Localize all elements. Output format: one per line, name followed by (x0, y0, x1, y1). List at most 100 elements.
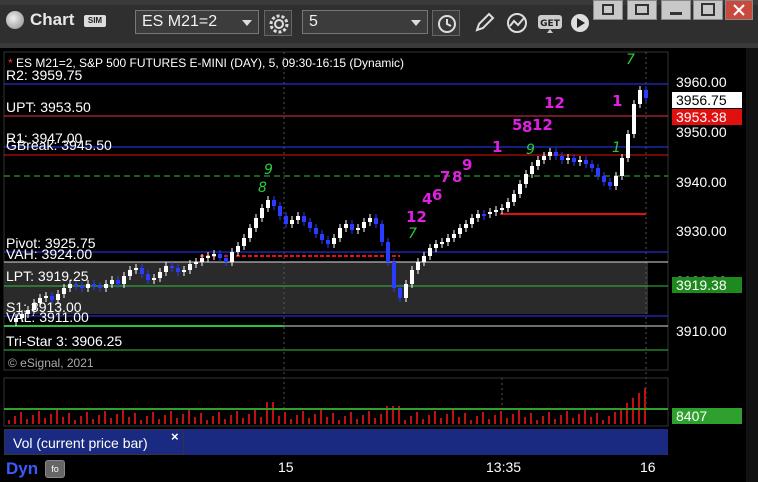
volume-bar (170, 411, 172, 424)
candle-body (584, 160, 588, 164)
price-chart-canvas[interactable]: 124 67 891215 8 121987971 (0, 48, 758, 482)
volume-bar (80, 416, 82, 424)
candle-body (158, 272, 162, 278)
candle-body (224, 258, 228, 262)
window-title: Chart (30, 10, 75, 29)
y-axis-label: 3940.00 (676, 174, 727, 190)
volume-bar (230, 415, 232, 424)
volume-bar (464, 413, 466, 424)
y-axis-label: 3960.00 (676, 74, 727, 90)
settings-button[interactable] (264, 10, 292, 36)
time-button[interactable] (432, 10, 460, 36)
level-label-upt: UPT: 3953.50 (6, 99, 91, 115)
candle-body (494, 210, 498, 212)
volume-bar (500, 411, 502, 424)
study-button[interactable] (502, 10, 530, 36)
volume-bar (242, 418, 244, 424)
candle-body (266, 200, 270, 208)
close-icon (733, 4, 745, 16)
volume-bar (62, 417, 64, 424)
candle-body (326, 240, 330, 244)
candle-body (218, 254, 222, 258)
candle-body (332, 238, 336, 244)
candle-body (356, 228, 360, 230)
play-button[interactable] (566, 10, 594, 36)
pin-button[interactable] (593, 0, 623, 20)
volume-bar (326, 417, 328, 424)
candle-body (86, 284, 90, 288)
volume-bar (146, 416, 148, 424)
volume-bar (266, 402, 268, 424)
volume-bar (410, 416, 412, 424)
mode-button[interactable]: fo (45, 460, 65, 478)
volume-bar (38, 411, 40, 424)
setup-count-label: 6 (432, 186, 442, 204)
volume-close-icon[interactable]: × (171, 429, 179, 444)
candle-body (134, 268, 138, 270)
volume-bar (434, 411, 436, 424)
setup-count-label: 8 (258, 180, 267, 196)
volume-bar (530, 413, 532, 424)
candle-body (578, 160, 582, 162)
candle-body (290, 220, 294, 224)
candle-body (320, 234, 324, 240)
window-controls (593, 0, 758, 22)
volume-bar (458, 417, 460, 424)
candle-body (182, 270, 186, 272)
volume-bar (206, 420, 208, 424)
symbol-dropdown[interactable]: ES M21=2 (135, 10, 259, 34)
window-link-icon (635, 4, 649, 15)
candle-body (368, 218, 372, 222)
candle-body (164, 266, 168, 272)
volume-bar (344, 416, 346, 424)
volume-bar (152, 412, 154, 424)
setup-count-label: 8 (522, 118, 532, 136)
candle-body (380, 224, 384, 242)
candle-body (458, 228, 462, 234)
restore-button[interactable] (627, 0, 657, 20)
volume-bar (254, 410, 256, 424)
level-label-val: VAL: 3911.00 (6, 309, 89, 325)
volume-bar (56, 410, 58, 424)
volume-bar (452, 410, 454, 424)
symbol-value: ES M21=2 (142, 13, 218, 30)
candle-body (236, 246, 240, 252)
setup-count-label: 7 (408, 226, 417, 242)
candle-body (146, 274, 150, 280)
draw-button[interactable] (470, 10, 498, 36)
volume-bar (188, 410, 190, 424)
volume-bar (578, 414, 580, 424)
volume-bar (332, 413, 334, 424)
candle-body (362, 222, 366, 228)
volume-bar (440, 418, 442, 424)
svg-text:GET: GET (540, 19, 561, 29)
volume-bar (428, 415, 430, 424)
candle-body (122, 276, 126, 284)
volume-bar (536, 420, 538, 424)
candle-body (104, 284, 108, 288)
close-button[interactable] (725, 0, 753, 20)
volume-bar (284, 412, 286, 424)
candle-body (590, 164, 594, 168)
candle-body (410, 270, 414, 284)
volume-bar (290, 419, 292, 424)
get-button[interactable]: GET (534, 10, 562, 36)
right-scrollbar[interactable] (746, 48, 758, 482)
candle-body (170, 266, 174, 268)
candle-body (194, 262, 198, 264)
candle-body (452, 234, 456, 238)
volume-bar (260, 417, 262, 424)
minimize-button[interactable] (661, 0, 691, 20)
volume-bar (482, 412, 484, 424)
interval-value: 5 (309, 13, 318, 30)
volume-bar (50, 414, 52, 424)
interval-dropdown[interactable]: 5 (302, 10, 428, 34)
volume-bar (308, 418, 310, 424)
maximize-button[interactable] (693, 0, 723, 20)
price-panel-border (3, 51, 669, 371)
candle-body (188, 264, 192, 270)
volume-bar (548, 412, 550, 424)
volume-bar (110, 418, 112, 424)
volume-bar (134, 413, 136, 424)
chart-area[interactable]: 12 4 6 7 8 9 12 1 5 8 12 1 9 8 7 9 7 1 * ES M21=2, S&P 50… (0, 48, 758, 482)
